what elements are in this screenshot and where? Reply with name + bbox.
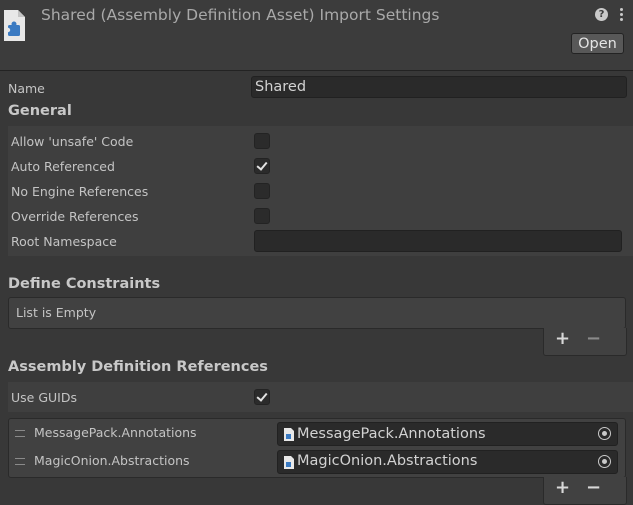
define-constraints-list xyxy=(8,297,626,329)
override-references-toggle[interactable] xyxy=(254,208,270,224)
assembly-references-title: Assembly Definition References xyxy=(8,359,268,375)
remove-constraint-button[interactable]: − xyxy=(586,328,601,349)
root-namespace-label: Root Namespace xyxy=(11,234,117,249)
asset-file-icon xyxy=(284,428,294,441)
remove-reference-button[interactable]: − xyxy=(586,477,601,498)
open-button[interactable]: Open xyxy=(571,33,624,54)
allow-unsafe-toggle[interactable] xyxy=(254,133,270,149)
help-icon[interactable]: ? xyxy=(595,8,608,21)
object-picker-icon[interactable] xyxy=(598,427,611,440)
asset-file-icon xyxy=(284,456,294,469)
checkmark-icon xyxy=(256,159,268,171)
object-picker-icon[interactable] xyxy=(598,455,611,468)
define-constraints-title: Define Constraints xyxy=(8,276,161,292)
auto-referenced-label: Auto Referenced xyxy=(11,159,115,174)
reference-label-2: MagicOnion.Abstractions xyxy=(34,453,190,468)
name-label: Name xyxy=(8,81,45,96)
general-section-title: General xyxy=(8,103,72,119)
name-field[interactable]: Shared xyxy=(251,76,627,98)
list-empty-text: List is Empty xyxy=(16,305,97,320)
assembly-definition-icon xyxy=(4,10,25,41)
no-engine-references-toggle[interactable] xyxy=(254,183,270,199)
reference-value-2: MagicOnion.Abstractions xyxy=(297,453,478,469)
use-guids-label: Use GUIDs xyxy=(11,390,77,405)
allow-unsafe-label: Allow 'unsafe' Code xyxy=(11,134,134,149)
root-namespace-field[interactable] xyxy=(254,230,622,252)
reference-label-1: MessagePack.Annotations xyxy=(34,425,197,440)
use-guids-row xyxy=(8,382,633,412)
use-guids-toggle[interactable] xyxy=(254,389,270,405)
add-constraint-button[interactable]: + xyxy=(555,328,570,349)
override-references-label: Override References xyxy=(11,209,139,224)
reference-value-1: MessagePack.Annotations xyxy=(297,426,486,442)
checkmark-icon xyxy=(256,390,268,402)
drag-handle-icon[interactable] xyxy=(15,430,25,437)
add-reference-button[interactable]: + xyxy=(555,477,570,498)
kebab-menu-icon[interactable] xyxy=(618,7,624,23)
drag-handle-icon[interactable] xyxy=(15,458,25,465)
no-engine-references-label: No Engine References xyxy=(11,184,149,199)
auto-referenced-toggle[interactable] xyxy=(254,158,270,174)
inspector-title: Shared (Assembly Definition Asset) Impor… xyxy=(41,6,440,24)
